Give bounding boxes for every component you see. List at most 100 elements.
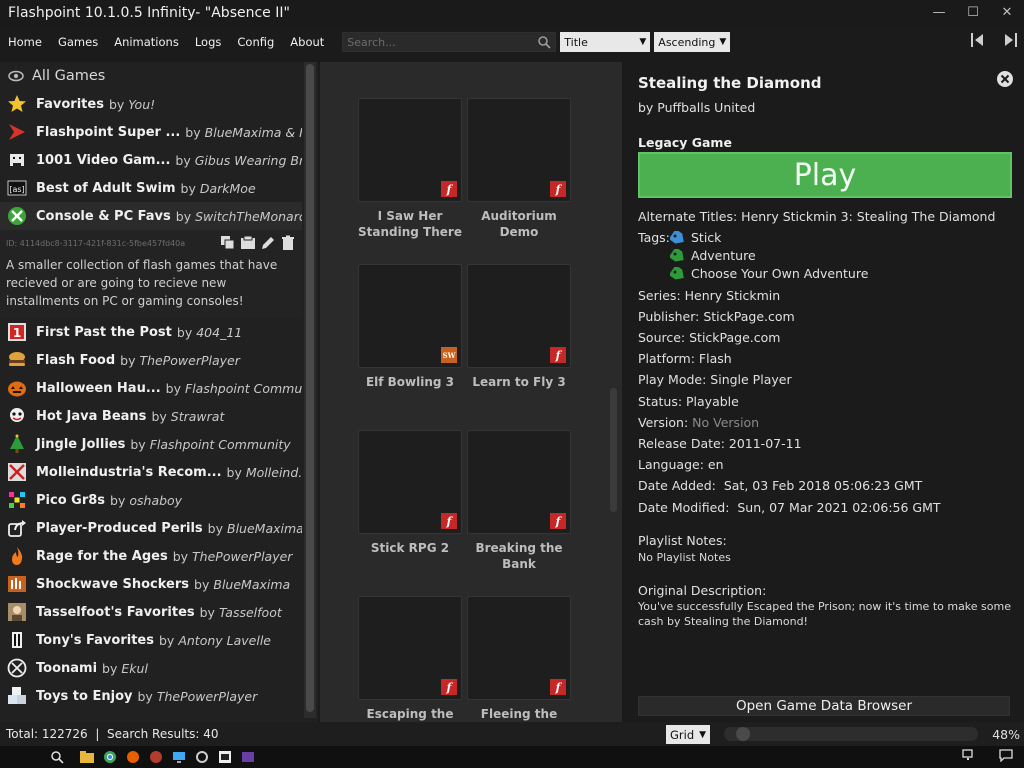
duplicate-icon[interactable] (220, 235, 236, 251)
game-thumbnail[interactable]: f (358, 596, 462, 700)
close-window-button[interactable]: ✕ (990, 0, 1024, 24)
playlist-item-tony-s-favorites[interactable]: Tony's Favorites by Antony Lavelle (0, 626, 302, 654)
order-by-value: Title (564, 35, 588, 49)
open-game-data-browser-button[interactable]: Open Game Data Browser (638, 696, 1010, 716)
tag-choose-your-own-adventure[interactable]: Choose Your Own Adventure (670, 266, 868, 281)
playlist-item-toonami[interactable]: Toonami by Ekul (0, 654, 302, 682)
game-thumbnail[interactable]: f (358, 98, 462, 202)
game-thumbnail[interactable]: f (467, 596, 571, 700)
game-tile-learn-to-fly-3[interactable]: f Learn to Fly 3 (467, 264, 571, 390)
game-tile-escaping-the[interactable]: f Escaping the (358, 596, 462, 722)
archive-icon[interactable] (216, 748, 234, 766)
tag-adventure[interactable]: Adventure (670, 248, 756, 263)
playlist-item-rage-for-the-ages[interactable]: Rage for the Ages by ThePowerPlayer (0, 542, 302, 570)
playlist-item-pico-gr8s[interactable]: Pico Gr8s by oshaboy (0, 486, 302, 514)
game-tile-name: I Saw Her Standing There (358, 209, 462, 239)
export-icon[interactable] (240, 235, 256, 251)
game-thumbnail[interactable]: f (467, 98, 571, 202)
blocks-icon (6, 685, 28, 707)
folder-icon[interactable] (78, 748, 96, 766)
source-field: Source: StickPage.com (638, 330, 781, 345)
tag-stick[interactable]: Stick (670, 230, 721, 245)
app-icon[interactable] (239, 748, 257, 766)
menu-logs[interactable]: Logs (189, 35, 230, 49)
version-field: Version: No Version (638, 415, 759, 430)
playlist-item-favorites[interactable]: Favorites by You! (0, 90, 302, 118)
version-value: No Version (692, 415, 760, 430)
release-date-field: Release Date: 2011-07-11 (638, 436, 802, 451)
menu-config[interactable]: Config (231, 35, 282, 49)
zoom-slider-handle[interactable] (736, 727, 750, 741)
order-by-select[interactable]: Title ▼ (560, 32, 651, 52)
menu-animations[interactable]: Animations (108, 35, 187, 49)
game-thumbnail[interactable]: SW (358, 264, 462, 368)
playlist-item-flashpoint-super[interactable]: Flashpoint Super ...byBlueMaxima & Fl... (0, 118, 302, 146)
game-thumbnail[interactable]: f (467, 430, 571, 534)
eye-icon (8, 70, 24, 82)
trash-icon[interactable] (280, 235, 296, 251)
game-tile-i-saw-her-standing-there[interactable]: f I Saw Her Standing There (358, 98, 462, 240)
network-icon[interactable] (962, 748, 978, 762)
monitor-icon[interactable] (170, 748, 188, 766)
playlist-item-shockwave-shockers[interactable]: Shockwave Shockers by BlueMaxima (0, 570, 302, 598)
collapse-right-panel-icon[interactable] (1000, 30, 1020, 50)
search-icon[interactable] (537, 35, 551, 49)
playlist-by: by (175, 208, 192, 224)
game-thumbnail[interactable]: f (467, 264, 571, 368)
zoom-slider[interactable] (724, 727, 978, 741)
game-tile-fleeing-the[interactable]: f Fleeing the (467, 596, 571, 722)
game-tile-auditorium-demo[interactable]: f Auditorium Demo (467, 98, 571, 240)
playlist-item-flash-food[interactable]: Flash Food by ThePowerPlayer (0, 346, 302, 374)
game-tile-elf-bowling-3[interactable]: SW Elf Bowling 3 (358, 264, 462, 390)
browser-icon[interactable] (147, 748, 165, 766)
game-tile-stick-rpg-2[interactable]: f Stick RPG 2 (358, 430, 462, 556)
one-icon: 1 (6, 321, 28, 343)
settings-icon[interactable] (193, 748, 211, 766)
menu-games[interactable]: Games (52, 35, 106, 49)
playlist-by: by (120, 352, 136, 368)
play-button[interactable]: Play (638, 152, 1012, 198)
grid-scrollbar[interactable] (606, 62, 620, 722)
chrome-icon[interactable] (101, 748, 119, 766)
notification-icon[interactable] (998, 748, 1014, 762)
game-thumbnail[interactable]: f (358, 430, 462, 534)
playlist-item-molleindustria-s-recom[interactable]: Molleindustria's Recom...byMolleind... (0, 458, 302, 486)
playlist-item-hot-java-beans[interactable]: Hot Java Beans by Strawrat (0, 402, 302, 430)
game-tile-name: Learn to Fly 3 (472, 375, 566, 389)
status-field: Status: Playable (638, 394, 739, 409)
close-icon[interactable] (996, 70, 1014, 88)
search-input[interactable] (343, 33, 529, 51)
playlist-by: by (199, 604, 215, 620)
playlist-item-tasselfoot-s-favorites[interactable]: Tasselfoot's Favorites by Tasselfoot (0, 598, 302, 626)
playlist-item-toys-to-enjoy[interactable]: Toys to Enjoy by ThePowerPlayer (0, 682, 302, 710)
view-mode-select[interactable]: Grid ▼ (666, 725, 710, 744)
menu-home[interactable]: Home (2, 35, 50, 49)
playlist-item-console-pc-favs[interactable]: Console & PC Favs by SwitchTheMonarch (0, 202, 302, 230)
playlist-item-jingle-jollies[interactable]: Jingle Jollies by Flashpoint Community (0, 430, 302, 458)
minimize-button[interactable]: — (922, 0, 956, 24)
sidebar-scrollbar[interactable] (304, 62, 316, 718)
figure-icon (6, 629, 28, 651)
playlist-title: Halloween Hau... (36, 380, 161, 396)
game-grid: f I Saw Her Standing There f Auditorium Dem… (320, 62, 622, 722)
grid-scroll-thumb[interactable] (610, 388, 617, 512)
playlist-notes-value: No Playlist Notes (638, 551, 731, 564)
tag-label: Choose Your Own Adventure (691, 266, 869, 281)
game-tile-breaking-the-bank[interactable]: f Breaking the Bank (467, 430, 571, 572)
menu-about[interactable]: About (284, 35, 332, 49)
playlist-title: Flashpoint Super ... (36, 124, 181, 140)
firefox-icon[interactable] (124, 748, 142, 766)
order-direction-select[interactable]: Ascending ▼ (654, 32, 731, 52)
search-icon[interactable] (48, 748, 66, 766)
playlist-item-first-past-the-post[interactable]: 1 First Past the Post by 404_11 (0, 318, 302, 346)
all-games-item[interactable]: All Games (0, 62, 302, 90)
playlist-item-1001-video-gam[interactable]: 1001 Video Gam...byGibus Wearing Bro... (0, 146, 302, 174)
playlist-item-player-produced-perils[interactable]: Player-Produced Perils by BlueMaxima (0, 514, 302, 542)
maximize-button[interactable]: ☐ (956, 0, 990, 24)
playlist-item-best-of-adult-swim[interactable]: [as] Best of Adult Swim by DarkMoe (0, 174, 302, 202)
sidebar-scroll-thumb[interactable] (306, 64, 314, 712)
playlist-author: oshaboy (129, 492, 183, 508)
edit-icon[interactable] (260, 235, 276, 251)
playlist-item-halloween-hau[interactable]: Halloween Hau... by Flashpoint Commu... (0, 374, 302, 402)
collapse-left-panel-icon[interactable] (968, 30, 988, 50)
